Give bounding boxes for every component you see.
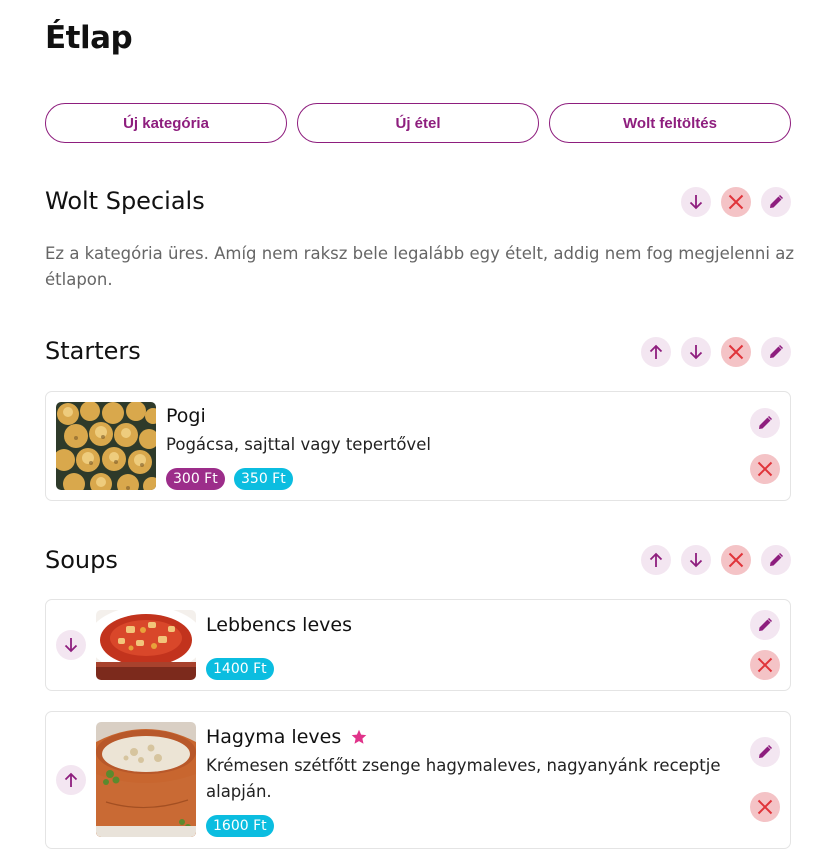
item-name: Pogi: [166, 405, 206, 427]
pencil-icon: [770, 194, 784, 208]
delete-item-button[interactable]: [750, 454, 780, 484]
menu-item-card[interactable]: Pogi Pogácsa, sajttal vagy tepertővel 30…: [45, 391, 791, 501]
category-title-wolt-specials: Wolt Specials: [45, 187, 205, 215]
arrow-up-icon: [649, 552, 663, 567]
delete-item-button[interactable]: [750, 650, 780, 680]
move-category-up-button[interactable]: [641, 545, 671, 575]
edit-item-button[interactable]: [750, 408, 780, 438]
page-title: Étlap: [45, 20, 133, 56]
edit-category-button[interactable]: [761, 187, 791, 217]
move-item-up-button[interactable]: [56, 765, 86, 795]
new-food-button[interactable]: Új étel: [297, 103, 539, 143]
pencil-icon: [770, 552, 784, 566]
price-badge: 300 Ft: [166, 468, 225, 490]
edit-category-button[interactable]: [761, 337, 791, 367]
close-icon: [728, 552, 744, 568]
arrow-down-icon: [64, 638, 78, 653]
pencil-icon: [759, 415, 773, 429]
food-image: [56, 402, 156, 490]
price-badge: 1400 Ft: [206, 658, 274, 680]
delete-item-button[interactable]: [750, 792, 780, 822]
move-item-down-button[interactable]: [56, 630, 86, 660]
delete-category-button[interactable]: [721, 545, 751, 575]
item-name: Lebbencs leves: [206, 614, 352, 636]
pencil-icon: [759, 744, 773, 758]
price-badge: 1600 Ft: [206, 815, 274, 837]
arrow-down-icon: [689, 553, 703, 568]
close-icon: [728, 194, 744, 210]
close-icon: [757, 799, 773, 815]
pencil-icon: [770, 344, 784, 358]
delete-category-button[interactable]: [721, 337, 751, 367]
close-icon: [728, 344, 744, 360]
edit-item-button[interactable]: [750, 737, 780, 767]
edit-item-button[interactable]: [750, 610, 780, 640]
food-image: [96, 722, 196, 837]
arrow-up-icon: [64, 772, 78, 787]
menu-item-card[interactable]: Lebbencs leves 1400 Ft: [45, 599, 791, 691]
close-icon: [757, 461, 773, 477]
pencil-icon: [759, 617, 773, 631]
star-icon: [351, 729, 367, 744]
food-image: [96, 610, 196, 680]
empty-category-note: Ez a kategória üres. Amíg nem raksz bele…: [45, 244, 794, 289]
move-category-down-button[interactable]: [681, 337, 711, 367]
edit-category-button[interactable]: [761, 545, 791, 575]
delete-category-button[interactable]: [721, 187, 751, 217]
price-badge: 350 Ft: [234, 468, 293, 490]
move-category-down-button[interactable]: [681, 187, 711, 217]
menu-item-card[interactable]: Hagyma leves Krémesen szétfőtt zsenge ha…: [45, 711, 791, 849]
move-category-down-button[interactable]: [681, 545, 711, 575]
item-description: Pogácsa, sajttal vagy tepertővel: [166, 435, 431, 454]
wolt-upload-button[interactable]: Wolt feltöltés: [549, 103, 791, 143]
close-icon: [757, 657, 773, 673]
arrow-down-icon: [689, 345, 703, 360]
new-category-button[interactable]: Új kategória: [45, 103, 287, 143]
category-title-starters: Starters: [45, 337, 141, 365]
category-title-soups: Soups: [45, 546, 118, 574]
arrow-down-icon: [689, 195, 703, 210]
item-name: Hagyma leves: [206, 726, 342, 748]
item-description: Krémesen szétfőtt zsenge hagymaleves, na…: [206, 756, 721, 801]
move-category-up-button[interactable]: [641, 337, 671, 367]
arrow-up-icon: [649, 344, 663, 359]
